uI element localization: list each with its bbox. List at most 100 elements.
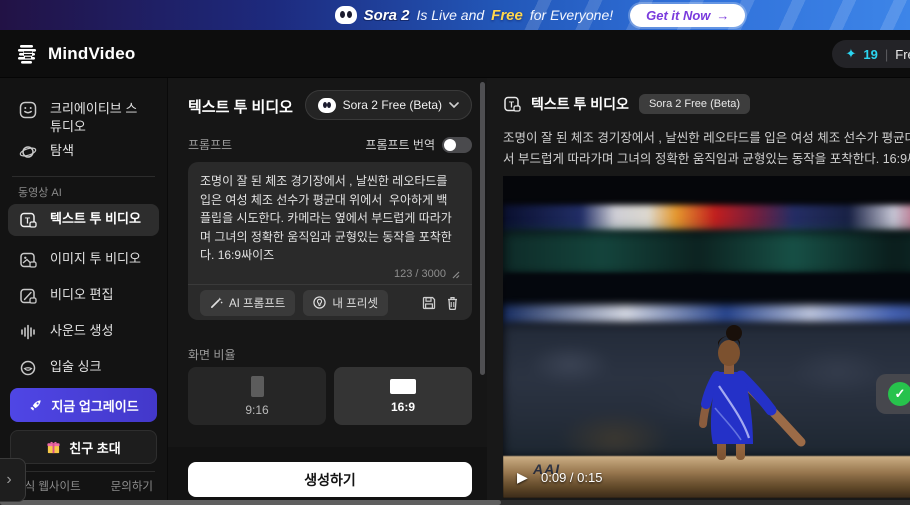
- sidebar-item-label: 사운드 생성: [50, 322, 113, 340]
- text-to-video-icon: T: [503, 95, 521, 113]
- chevron-right-icon: ›: [6, 471, 11, 489]
- invite-label: 친구 초대: [69, 438, 120, 457]
- cta-label: Get it Now: [646, 8, 710, 23]
- horizontal-scrollbar-thumb[interactable]: [0, 500, 501, 505]
- ratio-label-9-16: 9:16: [245, 403, 268, 417]
- prompt-translate-label: 프롬프트 번역: [365, 136, 435, 153]
- mindvideo-logo-icon: [16, 42, 40, 66]
- ratio-option-9-16[interactable]: 9:16: [188, 367, 326, 425]
- result-title: 텍스트 투 비디오: [531, 94, 629, 114]
- composer-scrollbar[interactable]: [480, 82, 485, 375]
- plan-label: Free: [895, 47, 910, 62]
- text-to-video-composer: 텍스트 투 비디오 Sora 2 Free (Beta) 프롬프트 프롬프트 번…: [168, 78, 487, 505]
- sidebar-section-label: 동영상 AI: [18, 184, 62, 200]
- ratio-option-16-9[interactable]: 16:9: [334, 367, 472, 425]
- aspect-ratio-label: 화면 비율: [188, 346, 236, 363]
- prompt-label: 프롬프트: [188, 136, 232, 153]
- brand-logo[interactable]: MindVideo: [16, 42, 135, 66]
- model-selector-label: Sora 2 Free (Beta): [343, 98, 442, 112]
- sidebar-item-label: 크리에이티브 스튜디오: [50, 100, 149, 135]
- sidebar-divider: [12, 176, 155, 177]
- sidebar-item-video-edit[interactable]: 비디오 편집: [8, 280, 159, 312]
- banner-product-name: Sora 2: [364, 7, 410, 24]
- creative-studio-icon: [18, 100, 38, 120]
- result-prompt-line: 서 부드럽게 따라가며 그녀의 정확한 움직임과 균형있는 동작을 포착한다. …: [503, 149, 910, 170]
- rocket-icon: [28, 398, 43, 413]
- trash-icon: [445, 295, 460, 311]
- explore-icon: [18, 142, 38, 162]
- model-badge: Sora 2 Free (Beta): [639, 94, 750, 114]
- video-controls-overlay: ▶ 0:09 / 0:15: [503, 446, 910, 498]
- sidebar-item-label: 이미지 투 비디오: [50, 250, 141, 268]
- sidebar-item-label: 비디오 편집: [50, 286, 113, 304]
- delete-prompt-button[interactable]: [445, 295, 460, 311]
- composer-title: 텍스트 투 비디오: [188, 96, 293, 117]
- result-prompt-text: 조명이 잘 된 체조 경기장에서 , 날씬한 레오타드를 입은 여성 체조 선수…: [503, 128, 910, 169]
- sidebar-item-label: 탐색: [50, 142, 74, 160]
- sidebar-item-label: 입술 싱크: [50, 358, 101, 376]
- upgrade-now-button[interactable]: 지금 업그레이드: [10, 388, 157, 422]
- app-header: MindVideo ✦ 19 | Free: [0, 30, 910, 78]
- check-icon: ✓: [888, 382, 910, 406]
- panel-collapse-handle[interactable]: ›: [0, 458, 26, 502]
- sidebar-item-image-to-video[interactable]: 이미지 투 비디오: [8, 244, 159, 276]
- sparkle-icon: ✦: [846, 46, 857, 62]
- ai-prompt-button[interactable]: AI 프롬프트: [200, 290, 295, 316]
- sidebar-item-creative-studio[interactable]: 크리에이티브 스튜디오: [8, 94, 159, 141]
- prompt-input-box: 조명이 잘 된 체조 경기장에서 , 날씬한 레오타드를 입은 여성 체조 선수…: [188, 162, 472, 320]
- model-selector-dropdown[interactable]: Sora 2 Free (Beta): [305, 90, 472, 120]
- upgrade-label: 지금 업그레이드: [51, 396, 138, 415]
- prompt-translate-toggle[interactable]: [442, 137, 472, 153]
- resize-grip-icon[interactable]: [451, 270, 460, 279]
- banner-message-tail: for Everyone!: [530, 7, 613, 23]
- save-icon: [421, 295, 437, 311]
- ai-prompt-label: AI 프롬프트: [229, 295, 285, 311]
- char-counter: 123 / 3000: [394, 268, 446, 280]
- pill-divider: |: [885, 47, 888, 62]
- sora-ghost-icon: [335, 6, 357, 24]
- result-prompt-line: 조명이 잘 된 체조 경기장에서 , 날씬한 레오타드를 입은 여성 체조 선수…: [503, 128, 910, 149]
- my-preset-label: 내 프리셋: [332, 295, 378, 311]
- sidebar-footer: 공식 웹사이트 문의하기: [14, 478, 153, 494]
- banner-free-highlight: Free: [491, 7, 523, 24]
- get-it-now-button[interactable]: Get it Now →: [630, 4, 745, 27]
- lips-icon: [18, 358, 38, 378]
- credits-plan-pill[interactable]: ✦ 19 | Free: [832, 40, 910, 68]
- success-notification-fab[interactable]: ✓: [876, 374, 910, 414]
- chevron-down-icon: [449, 102, 459, 108]
- sidebar: 크리에이티브 스튜디오 탐색 동영상 AI T 텍스트 투 비디오 이미지 투 …: [0, 78, 168, 505]
- horizontal-scrollbar[interactable]: [0, 500, 910, 505]
- sidebar-item-text-to-video[interactable]: T 텍스트 투 비디오: [8, 204, 159, 236]
- landscape-shape-icon: [390, 379, 416, 394]
- video-time: 0:09 / 0:15: [541, 470, 602, 485]
- banner-message: Is Live and: [416, 7, 484, 23]
- video-edit-icon: [18, 286, 38, 306]
- ratio-label-16-9: 16:9: [391, 400, 415, 414]
- promo-banner: Sora 2 Is Live and Free for Everyone! Ge…: [0, 0, 910, 30]
- play-button[interactable]: ▶: [517, 469, 528, 486]
- invite-friends-button[interactable]: 친구 초대: [10, 430, 157, 464]
- lightbulb-icon: [313, 296, 326, 309]
- sidebar-item-label: 텍스트 투 비디오: [50, 210, 141, 228]
- save-prompt-button[interactable]: [421, 295, 437, 311]
- result-panel: T 텍스트 투 비디오 Sora 2 Free (Beta) 조명이 잘 된 체…: [487, 78, 910, 505]
- arrow-right-icon: →: [716, 8, 729, 23]
- credits-count: 19: [863, 47, 877, 62]
- prompt-textarea[interactable]: 조명이 잘 된 체조 경기장에서 , 날씬한 레오타드를 입은 여성 체조 선수…: [200, 172, 460, 265]
- image-to-video-icon: [18, 250, 38, 270]
- sidebar-item-lip-sync[interactable]: 입술 싱크: [8, 352, 159, 384]
- contact-us-link[interactable]: 문의하기: [111, 478, 153, 494]
- toggle-knob: [444, 139, 456, 151]
- gift-icon: [46, 440, 61, 455]
- my-preset-button[interactable]: 내 프리셋: [303, 290, 388, 316]
- prompt-actions-bar: AI 프롬프트 내 프리셋: [188, 284, 472, 320]
- generate-button[interactable]: 생성하기: [188, 462, 472, 497]
- generated-video-player[interactable]: AAI: [503, 176, 910, 498]
- sidebar-divider: [12, 471, 155, 472]
- sound-wave-icon: [18, 322, 38, 342]
- sidebar-item-explore[interactable]: 탐색: [8, 136, 159, 168]
- text-to-video-icon: T: [18, 210, 38, 230]
- sidebar-item-sound-generate[interactable]: 사운드 생성: [8, 316, 159, 348]
- portrait-shape-icon: [251, 376, 264, 397]
- magic-wand-icon: [210, 296, 223, 309]
